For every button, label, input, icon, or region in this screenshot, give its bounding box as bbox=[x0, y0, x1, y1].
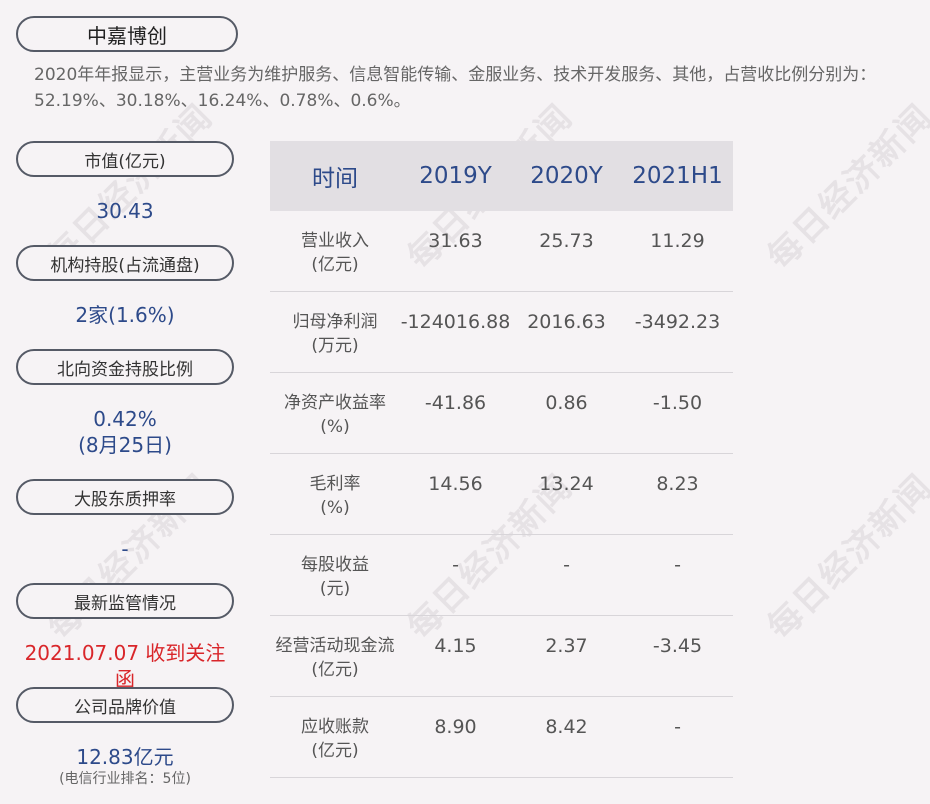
row-label: 归母净利润 (万元) bbox=[270, 310, 400, 358]
regulation-label: 最新监管情况 bbox=[16, 583, 234, 619]
row-label-name: 毛利率 bbox=[309, 474, 361, 494]
row-label-name: 经营活动现金流 bbox=[275, 636, 395, 656]
regulation-value: 2021.07.07 收到关注函 bbox=[24, 641, 226, 691]
row-label: 营业收入 (亿元) bbox=[270, 229, 400, 277]
brand-rank: (电信行业排名：5位) bbox=[59, 771, 191, 787]
table-cell: 4.15 bbox=[434, 635, 477, 657]
table-cell: 8.90 bbox=[434, 716, 477, 738]
table-row: 净资产收益率 (%) -41.86 0.86 -1.50 bbox=[270, 373, 733, 454]
northbound-label: 北向资金持股比例 bbox=[16, 349, 234, 385]
table-cell: 8.23 bbox=[656, 473, 699, 495]
table-row: 每股收益 (元) - - - bbox=[270, 535, 733, 616]
brand-value: 12.83亿元 (电信行业排名：5位) bbox=[16, 744, 234, 788]
table-cell: 25.73 bbox=[539, 230, 594, 252]
table-cell: 13.24 bbox=[539, 473, 594, 495]
table-cell: 11.29 bbox=[650, 230, 705, 252]
table-cell: -41.86 bbox=[424, 392, 487, 414]
table-cell: 2016.63 bbox=[527, 311, 606, 333]
table-cell: -124016.88 bbox=[400, 311, 511, 333]
brand-value-amount: 12.83亿元 bbox=[76, 745, 174, 769]
table-cell: 2.37 bbox=[545, 635, 588, 657]
row-label-unit: (万元) bbox=[311, 336, 359, 356]
header-2020: 2020Y bbox=[530, 163, 603, 189]
table-cell: -3492.23 bbox=[634, 311, 721, 333]
pledge-label: 大股东质押率 bbox=[16, 479, 234, 515]
row-label: 净资产收益率 (%) bbox=[270, 391, 400, 439]
institution-holding-label: 机构持股(占流通盘) bbox=[16, 245, 234, 281]
table-cell: -3.45 bbox=[652, 635, 703, 657]
company-name: 中嘉博创 bbox=[16, 16, 238, 52]
table-header: 时间 2019Y 2020Y 2021H1 bbox=[270, 141, 733, 211]
table-cell: - bbox=[674, 716, 681, 738]
northbound-value: 0.42% bbox=[93, 407, 157, 431]
row-label-unit: (%) bbox=[320, 417, 350, 437]
row-label-name: 每股收益 bbox=[301, 555, 369, 575]
row-label-name: 营业收入 bbox=[301, 231, 369, 251]
header-2019: 2019Y bbox=[419, 163, 492, 189]
institution-holding-value: 2家(1.6%) bbox=[75, 303, 175, 327]
table-row: 经营活动现金流 (亿元) 4.15 2.37 -3.45 bbox=[270, 616, 733, 697]
table-cell: - bbox=[452, 554, 459, 576]
table-row: 应收账款 (亿元) 8.90 8.42 - bbox=[270, 697, 733, 778]
table-cell: 14.56 bbox=[428, 473, 483, 495]
market-cap-value: 30.43 bbox=[96, 199, 154, 223]
northbound-date: (8月25日) bbox=[78, 433, 172, 457]
table-cell: 0.86 bbox=[545, 392, 588, 414]
row-label-unit: (亿元) bbox=[311, 741, 359, 761]
table-cell: -1.50 bbox=[652, 392, 703, 414]
pledge-value: - bbox=[121, 537, 129, 561]
table-row: 归母净利润 (万元) -124016.88 2016.63 -3492.23 bbox=[270, 292, 733, 373]
financial-table: 时间 2019Y 2020Y 2021H1 营业收入 (亿元) 31.63 25.73… bbox=[270, 141, 733, 778]
table-row: 营业收入 (亿元) 31.63 25.73 11.29 bbox=[270, 211, 733, 292]
table-row: 毛利率 (%) 14.56 13.24 8.23 bbox=[270, 454, 733, 535]
watermark: 每日经济新闻 bbox=[759, 466, 930, 648]
brand-value-label: 公司品牌价值 bbox=[16, 687, 234, 723]
row-label: 每股收益 (元) bbox=[270, 553, 400, 601]
row-label-name: 归母净利润 bbox=[292, 312, 378, 332]
intro-text: 2020年年报显示，主营业务为维护服务、信息智能传输、金服业务、技术开发服务、其… bbox=[34, 65, 877, 111]
row-label-unit: (元) bbox=[319, 579, 351, 599]
header-time: 时间 bbox=[312, 166, 358, 192]
market-cap-label: 市值(亿元) bbox=[16, 141, 234, 177]
header-2021h1: 2021H1 bbox=[632, 163, 723, 189]
table-cell: 31.63 bbox=[428, 230, 483, 252]
row-label-name: 净资产收益率 bbox=[284, 393, 386, 413]
row-label-unit: (%) bbox=[320, 498, 350, 518]
table-cell: 8.42 bbox=[545, 716, 588, 738]
row-label: 应收账款 (亿元) bbox=[270, 715, 400, 763]
row-label: 经营活动现金流 (亿元) bbox=[270, 634, 400, 682]
row-label-name: 应收账款 bbox=[301, 717, 369, 737]
row-label: 毛利率 (%) bbox=[270, 472, 400, 520]
watermark: 每日经济新闻 bbox=[759, 96, 930, 278]
row-label-unit: (亿元) bbox=[311, 660, 359, 680]
row-label-unit: (亿元) bbox=[311, 255, 359, 275]
table-cell: - bbox=[563, 554, 570, 576]
table-cell: - bbox=[674, 554, 681, 576]
